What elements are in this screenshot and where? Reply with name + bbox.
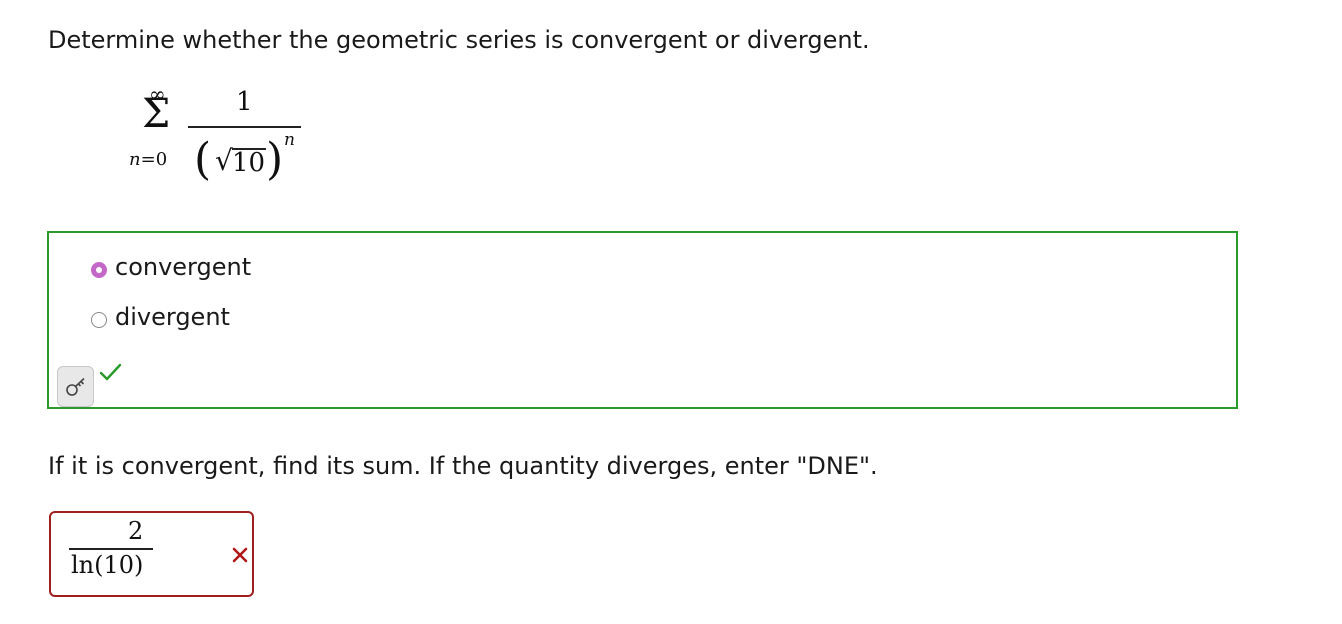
- sigma-lower-limit: n=0: [129, 149, 167, 170]
- fraction-numerator: 1: [236, 87, 253, 117]
- option-label: convergent: [115, 253, 252, 281]
- answer-key-button[interactable]: [57, 366, 94, 407]
- exponent: n: [284, 130, 295, 150]
- sigma-start: 0: [155, 149, 168, 170]
- page: Determine whether the geometric series i…: [0, 0, 1342, 624]
- multiple-choice-answer-box: convergent divergent: [47, 231, 1238, 409]
- answer-denominator: ln(10): [71, 551, 144, 579]
- sum-answer-input[interactable]: 2 ln(10): [49, 511, 254, 597]
- sum-question-prompt: If it is convergent, find its sum. If th…: [48, 452, 878, 480]
- sigma-equals: =: [140, 149, 156, 170]
- option-label: divergent: [115, 303, 230, 331]
- checkmark-icon: [99, 363, 122, 381]
- sigma-symbol: Σ: [142, 91, 171, 137]
- fraction-denominator: ( √ 10 ) n: [194, 130, 304, 189]
- option-convergent[interactable]: convergent: [91, 253, 251, 281]
- summation: ∞ Σ n=0: [120, 82, 190, 182]
- cross-icon: [232, 547, 248, 563]
- radical-sign: √: [215, 144, 233, 177]
- right-paren: ): [266, 134, 284, 185]
- question-prompt: Determine whether the geometric series i…: [48, 26, 870, 54]
- left-paren: (: [194, 134, 212, 185]
- fraction-bar: [188, 126, 301, 128]
- answer-fraction-bar: [69, 548, 153, 550]
- radio-divergent[interactable]: [91, 311, 107, 328]
- radicand: 10: [232, 148, 266, 178]
- answer-numerator: 2: [128, 517, 144, 545]
- series-term-fraction: 1 ( √ 10 ) n: [188, 82, 303, 192]
- sigma-index: n: [129, 149, 141, 170]
- option-divergent[interactable]: divergent: [91, 303, 230, 331]
- radio-convergent-selected[interactable]: [91, 261, 107, 278]
- key-icon: [65, 377, 85, 396]
